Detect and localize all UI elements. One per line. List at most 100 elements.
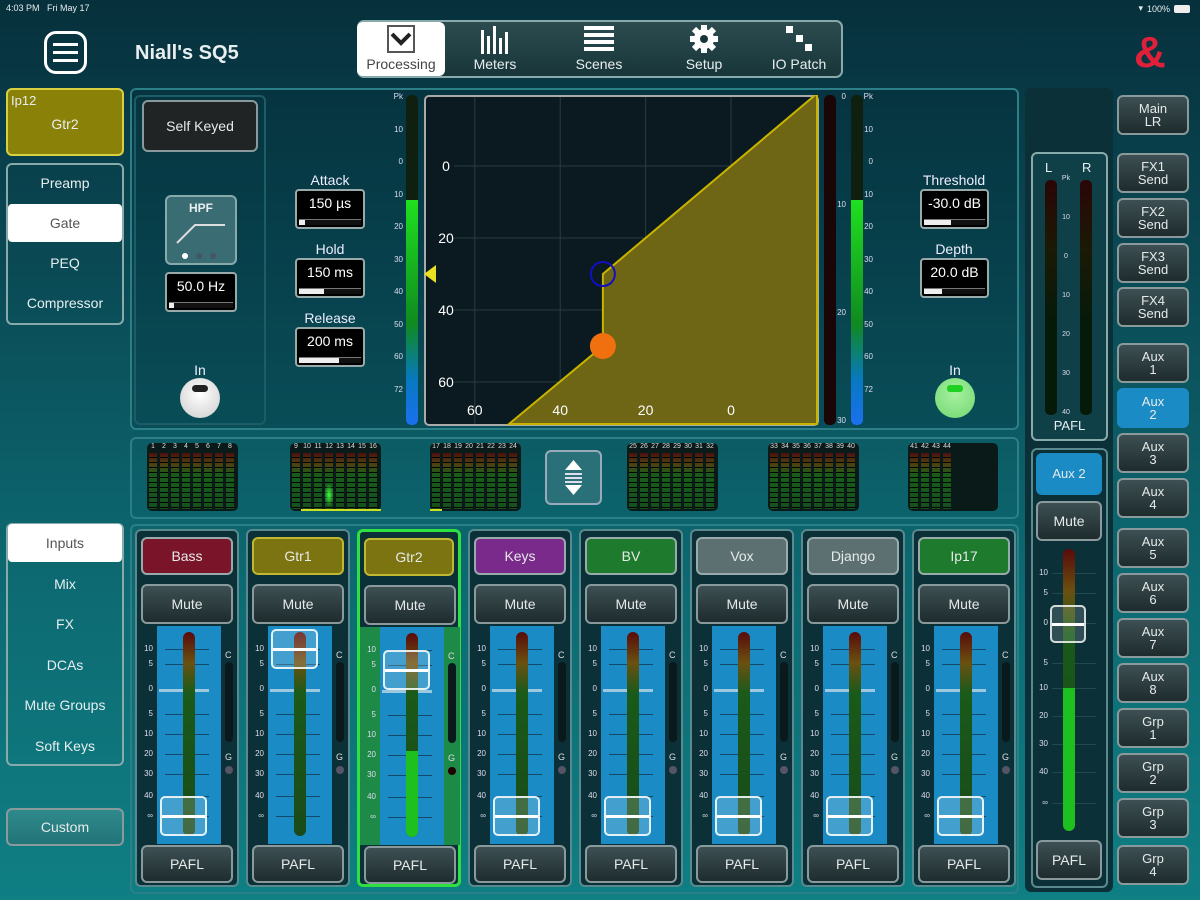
bridge-channel-meter: 22 <box>486 443 496 511</box>
threshold-field[interactable]: -30.0 dB <box>920 189 989 229</box>
layer-mute-groups[interactable]: Mute Groups <box>8 686 122 724</box>
layer-dcas[interactable]: DCAs <box>8 646 122 684</box>
mute-button[interactable]: Mute <box>585 584 677 624</box>
mix-button-grp-2[interactable]: Grp 2 <box>1117 753 1189 793</box>
channel-name-button[interactable]: Ip17 <box>918 537 1010 575</box>
mute-button[interactable]: Mute <box>474 584 566 624</box>
tab-scenes[interactable]: Scenes <box>545 22 653 76</box>
menu-button[interactable] <box>44 31 87 74</box>
fader-area[interactable]: 10 5 0 5 10 20 30 40 ∞ C G <box>248 626 348 844</box>
pafl-button[interactable]: PAFL <box>918 845 1010 883</box>
pafl-button[interactable]: PAFL <box>141 845 233 883</box>
mix-button-aux-3[interactable]: Aux 3 <box>1117 433 1189 473</box>
channel-strip: Keys Mute 10 5 0 5 10 20 30 40 ∞ C G PAFL <box>468 529 572 887</box>
pafl-button[interactable]: PAFL <box>474 845 566 883</box>
master-mix-name-button[interactable]: Aux 2 <box>1036 453 1102 495</box>
mix-button-grp-1[interactable]: Grp 1 <box>1117 708 1189 748</box>
hold-field[interactable]: 150 ms <box>295 258 365 298</box>
fader-area[interactable]: 10 5 0 5 10 20 30 40 ∞ C G <box>803 626 903 844</box>
mix-button-aux-4[interactable]: Aux 4 <box>1117 478 1189 518</box>
hpf-button[interactable]: HPF <box>165 195 237 265</box>
expand-toggle-button[interactable] <box>545 450 602 505</box>
master-pafl-button[interactable]: PAFL <box>1036 840 1102 880</box>
fader-scale-label: 10 <box>921 644 930 653</box>
mix-button-aux-7[interactable]: Aux 7 <box>1117 618 1189 658</box>
layer-mix[interactable]: Mix <box>8 565 122 603</box>
master-mute-button[interactable]: Mute <box>1036 501 1102 541</box>
mix-button-grp-4[interactable]: Grp 4 <box>1117 845 1189 885</box>
channel-name-button[interactable]: BV <box>585 537 677 575</box>
gate-transfer-graph[interactable]: 0 20 40 60 60 40 20 0 <box>424 95 819 426</box>
mix-button-aux-2[interactable]: Aux 2 <box>1117 388 1189 428</box>
mix-button-aux-1[interactable]: Aux 1 <box>1117 343 1189 383</box>
channel-name-button[interactable]: Vox <box>696 537 788 575</box>
mix-button-aux-5[interactable]: Aux 5 <box>1117 528 1189 568</box>
tab-setup[interactable]: Setup <box>653 22 755 76</box>
processing-menu-preamp[interactable]: Preamp <box>8 164 122 202</box>
release-field[interactable]: 200 ms <box>295 327 365 367</box>
fader-cap[interactable] <box>160 796 207 836</box>
pafl-button[interactable]: PAFL <box>252 845 344 883</box>
fader-cap[interactable] <box>493 796 540 836</box>
fader-area[interactable]: 10 5 0 5 10 20 30 40 ∞ C G <box>360 627 460 845</box>
fader-area[interactable]: 10 5 0 5 10 20 30 40 ∞ C G <box>692 626 792 844</box>
mute-button[interactable]: Mute <box>696 584 788 624</box>
channel-name-button[interactable]: Gtr1 <box>252 537 344 575</box>
fader-cap[interactable] <box>715 796 762 836</box>
channel-name-button[interactable]: Bass <box>141 537 233 575</box>
mix-button-main-lr[interactable]: Main LR <box>1117 95 1189 135</box>
layer-inputs[interactable]: Inputs <box>8 524 122 562</box>
pafl-button[interactable]: PAFL <box>585 845 677 883</box>
pafl-button[interactable]: PAFL <box>696 845 788 883</box>
fader-area[interactable]: 10 5 0 5 10 20 30 40 ∞ C G <box>914 626 1014 844</box>
mix-button-fx3-send[interactable]: FX3 Send <box>1117 243 1189 283</box>
master-fader[interactable]: 10 5 0 5 10 20 30 40 ∞ <box>1036 545 1102 835</box>
hpf-frequency-field[interactable]: 50.0 Hz <box>165 272 237 312</box>
fader-area[interactable]: 10 5 0 5 10 20 30 40 ∞ C G <box>137 626 237 844</box>
tab-meters[interactable]: Meters <box>445 22 545 76</box>
layer-fx[interactable]: FX <box>8 605 122 643</box>
channel-name-button[interactable]: Gtr2 <box>364 538 454 576</box>
mix-button-fx4-send[interactable]: FX4 Send <box>1117 287 1189 327</box>
mix-button-fx1-send[interactable]: FX1 Send <box>1117 153 1189 193</box>
custom-button[interactable]: Custom <box>6 808 124 846</box>
channel-name-button[interactable]: Keys <box>474 537 566 575</box>
processing-menu-compressor[interactable]: Compressor <box>8 284 122 322</box>
mix-button-fx2-send[interactable]: FX2 Send <box>1117 198 1189 238</box>
fader-cap[interactable] <box>826 796 873 836</box>
pafl-button[interactable]: PAFL <box>807 845 899 883</box>
gate-in-toggle[interactable] <box>935 378 975 418</box>
mix-button-grp-3[interactable]: Grp 3 <box>1117 798 1189 838</box>
master-fader-cap[interactable] <box>1050 605 1086 643</box>
bridge-channel-number: 36 <box>803 443 811 450</box>
selected-channel-button[interactable]: Ip12 Gtr2 <box>6 88 124 156</box>
mute-button[interactable]: Mute <box>364 585 456 625</box>
layer-soft-keys[interactable]: Soft Keys <box>8 727 122 765</box>
fader-cap[interactable] <box>383 650 430 690</box>
depth-field[interactable]: 20.0 dB <box>920 258 989 298</box>
mute-button[interactable]: Mute <box>807 584 899 624</box>
processing-menu-gate[interactable]: Gate <box>8 204 122 242</box>
mute-button[interactable]: Mute <box>252 584 344 624</box>
processing-menu-peq[interactable]: PEQ <box>8 244 122 282</box>
mute-button[interactable]: Mute <box>141 584 233 624</box>
fader-area[interactable]: 10 5 0 5 10 20 30 40 ∞ C G <box>470 626 570 844</box>
tab-label: IO Patch <box>771 56 827 72</box>
bridge-channel-number: 37 <box>814 443 822 450</box>
channel-name-button[interactable]: Django <box>807 537 899 575</box>
fader-cap[interactable] <box>937 796 984 836</box>
fader-area[interactable]: 10 5 0 5 10 20 30 40 ∞ C G <box>581 626 681 844</box>
attack-field[interactable]: 150 µs <box>295 189 365 229</box>
hpf-in-toggle[interactable] <box>180 378 220 418</box>
status-time: 4:03 PM Fri May 17 <box>6 3 90 13</box>
self-keyed-button[interactable]: Self Keyed <box>142 100 258 152</box>
depth-handle[interactable] <box>589 333 616 359</box>
mix-button-aux-6[interactable]: Aux 6 <box>1117 573 1189 613</box>
tab-processing[interactable]: Processing <box>357 22 445 76</box>
mute-button[interactable]: Mute <box>918 584 1010 624</box>
fader-cap[interactable] <box>604 796 651 836</box>
mix-button-aux-8[interactable]: Aux 8 <box>1117 663 1189 703</box>
fader-cap[interactable] <box>271 629 318 669</box>
tab-io-patch[interactable]: IO Patch <box>755 22 843 76</box>
pafl-button[interactable]: PAFL <box>364 846 456 884</box>
